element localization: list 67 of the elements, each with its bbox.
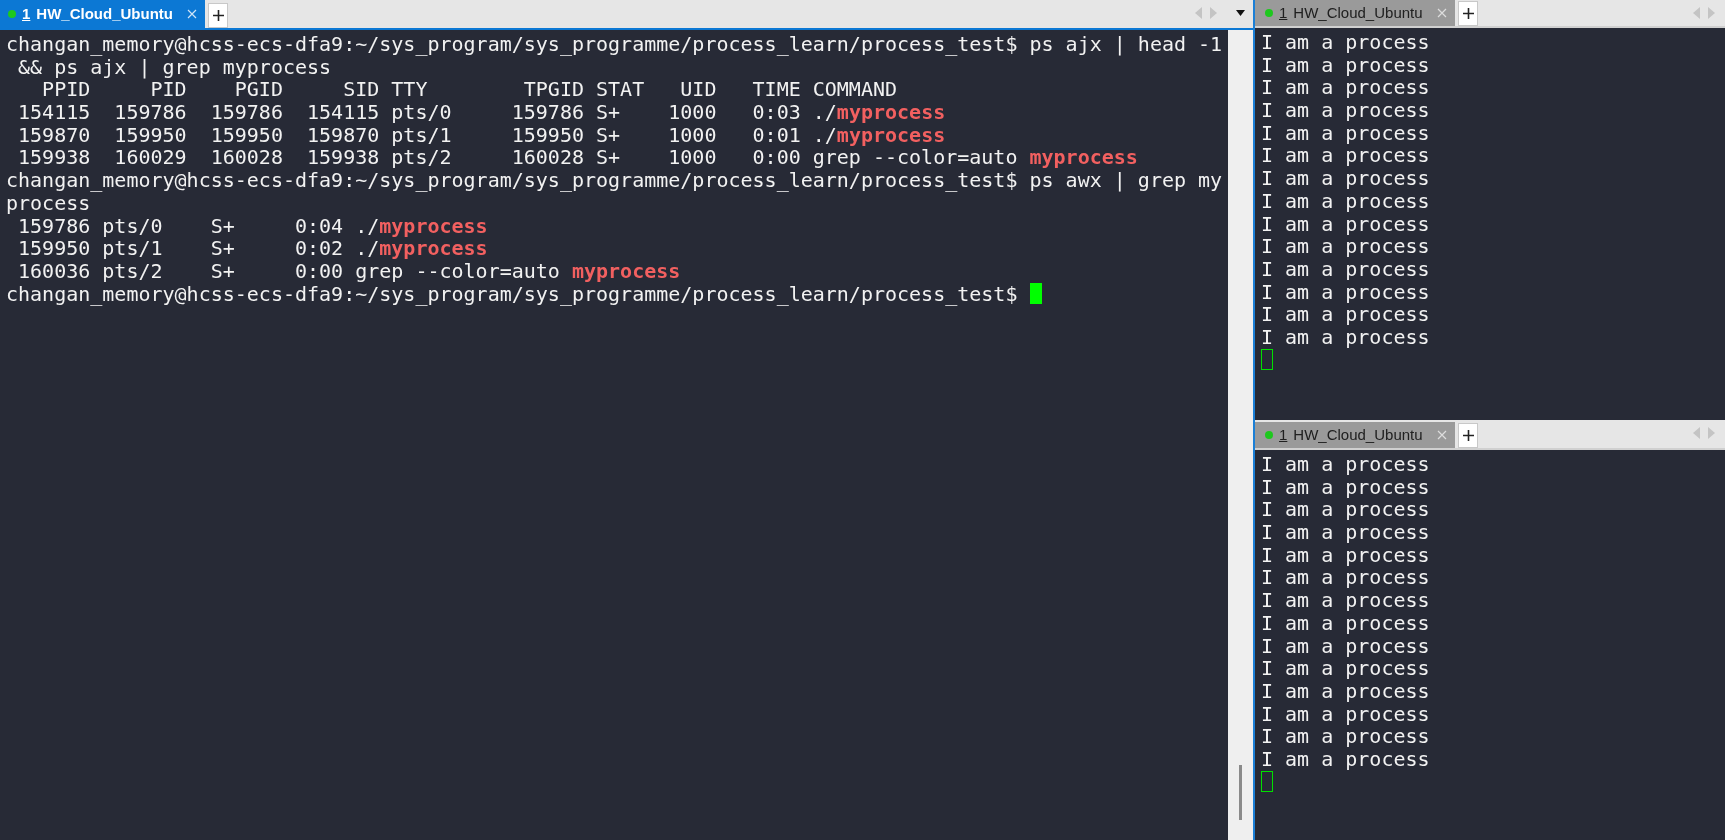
- terminal-line: I am a process: [1261, 53, 1431, 77]
- plus-icon: [1462, 8, 1474, 19]
- terminal-line: I am a process: [1261, 121, 1431, 145]
- close-icon[interactable]: [1437, 430, 1447, 440]
- terminal-line: I am a process: [1261, 679, 1431, 703]
- scroll-right-icon[interactable]: [1708, 427, 1715, 439]
- tab-number: 1: [1279, 2, 1288, 23]
- terminal-line: 159870 159950 159950 159870 pts/1 159950 S+ 1000 0:01 ./myprocess: [17, 123, 947, 147]
- plus-icon: [212, 10, 224, 21]
- terminal-line: I am a process: [1261, 725, 1431, 748]
- terminal-line: PPID PID PGID SID TTY TPGID STAT UID TIME COMMAND: [41, 78, 899, 102]
- terminal-line: 159786 pts/0 S+ 0:04 ./myprocess: [18, 214, 489, 238]
- scrollbar-thumb[interactable]: [1239, 765, 1242, 820]
- terminal-line: I am a process: [1261, 702, 1431, 726]
- terminal-line: I am a process: [1261, 566, 1431, 590]
- terminal-tab[interactable]: 1 HW_Cloud_Ubuntu: [1255, 0, 1455, 26]
- terminal-line: I am a process: [1261, 189, 1431, 213]
- tab-title: HW_Cloud_Ubuntu: [1293, 424, 1424, 445]
- terminal-line: 159950 pts/1 S+ 0:02 ./myprocess: [17, 237, 489, 260]
- terminal-line: 160036 pts/2 S+ 0:00 grep --color=auto myprocess: [17, 259, 682, 283]
- terminal-line: changan_memory@hcss-ecs-dfa9:~/sys_program/sys_programme/process_learn/process_test$ ps ajx | head -1: [6, 33, 1224, 56]
- new-tab-button[interactable]: [1458, 423, 1478, 448]
- terminal-line: I am a process: [1261, 325, 1431, 349]
- terminal-line: 159938 160029 160028 159938 pts/2 160028 S+ 1000 0:00 grep --color=auto myprocess: [17, 146, 1139, 170]
- terminal-tab[interactable]: 1 HW_Cloud_Ubuntu: [0, 0, 205, 28]
- terminal-line: I am a process: [1261, 303, 1431, 326]
- terminal-line: changan_memory@hcss-ecs-dfa9:~/sys_program/sys_programme/process_learn/process_test$: [6, 282, 1228, 306]
- terminal-line: I am a process: [1261, 657, 1431, 680]
- terminal-line: I am a process: [1261, 589, 1431, 612]
- terminal-line: I am a process: [1261, 167, 1431, 190]
- terminal-line: I am a process: [1261, 144, 1431, 168]
- scroll-right-icon[interactable]: [1708, 7, 1715, 19]
- terminal-line: I am a process: [1261, 611, 1431, 635]
- dropdown-icon[interactable]: [1236, 10, 1245, 16]
- tab-title: HW_Cloud_Ubuntu: [36, 3, 174, 24]
- terminal-line: I am a process: [1261, 498, 1431, 522]
- scroll-right-icon[interactable]: [1210, 7, 1217, 19]
- scroll-left-icon[interactable]: [1693, 427, 1700, 439]
- terminal-line: I am a process: [1261, 212, 1431, 236]
- plus-icon: [1462, 430, 1474, 441]
- terminal-line: I am a process: [1261, 76, 1431, 100]
- terminal-line: I am a process: [1261, 634, 1431, 658]
- terminal-line: I am a process: [1261, 257, 1431, 281]
- terminal-line: changan_memory@hcss-ecs-dfa9:~/sys_program/sys_programme/process_learn/process_test$ ps awx | grep my: [6, 169, 1224, 192]
- terminal-tab[interactable]: 1 HW_Cloud_Ubuntu: [1255, 422, 1455, 448]
- close-icon[interactable]: [187, 9, 197, 19]
- terminal-line: I am a process: [1261, 475, 1431, 499]
- close-icon[interactable]: [1437, 8, 1447, 18]
- new-tab-button[interactable]: [208, 3, 228, 28]
- terminal-line: I am a process: [1261, 747, 1431, 771]
- scroll-left-icon[interactable]: [1693, 7, 1700, 19]
- terminal-line: I am a process: [1261, 235, 1431, 258]
- tab-number: 1: [22, 3, 31, 24]
- terminal-line: I am a process: [1261, 99, 1431, 122]
- terminal-line: I am a process: [1261, 280, 1431, 304]
- terminal-line: && ps ajx | grep myprocess: [18, 55, 332, 79]
- tab-title: HW_Cloud_Ubuntu: [1293, 2, 1424, 23]
- terminal-line: I am a process: [1261, 521, 1431, 544]
- new-tab-button[interactable]: [1458, 1, 1478, 26]
- terminal-line: 154115 159786 159786 154115 pts/0 159786 S+ 1000 0:03 ./myprocess: [17, 101, 947, 124]
- scroll-left-icon[interactable]: [1195, 7, 1202, 19]
- terminal-line: process: [6, 191, 91, 215]
- tab-number: 1: [1279, 424, 1288, 445]
- terminal-line: I am a process: [1261, 453, 1431, 476]
- scrollbar[interactable]: [1228, 30, 1253, 840]
- terminal-line: I am a process: [1261, 31, 1431, 54]
- terminal-line: I am a process: [1261, 543, 1431, 567]
